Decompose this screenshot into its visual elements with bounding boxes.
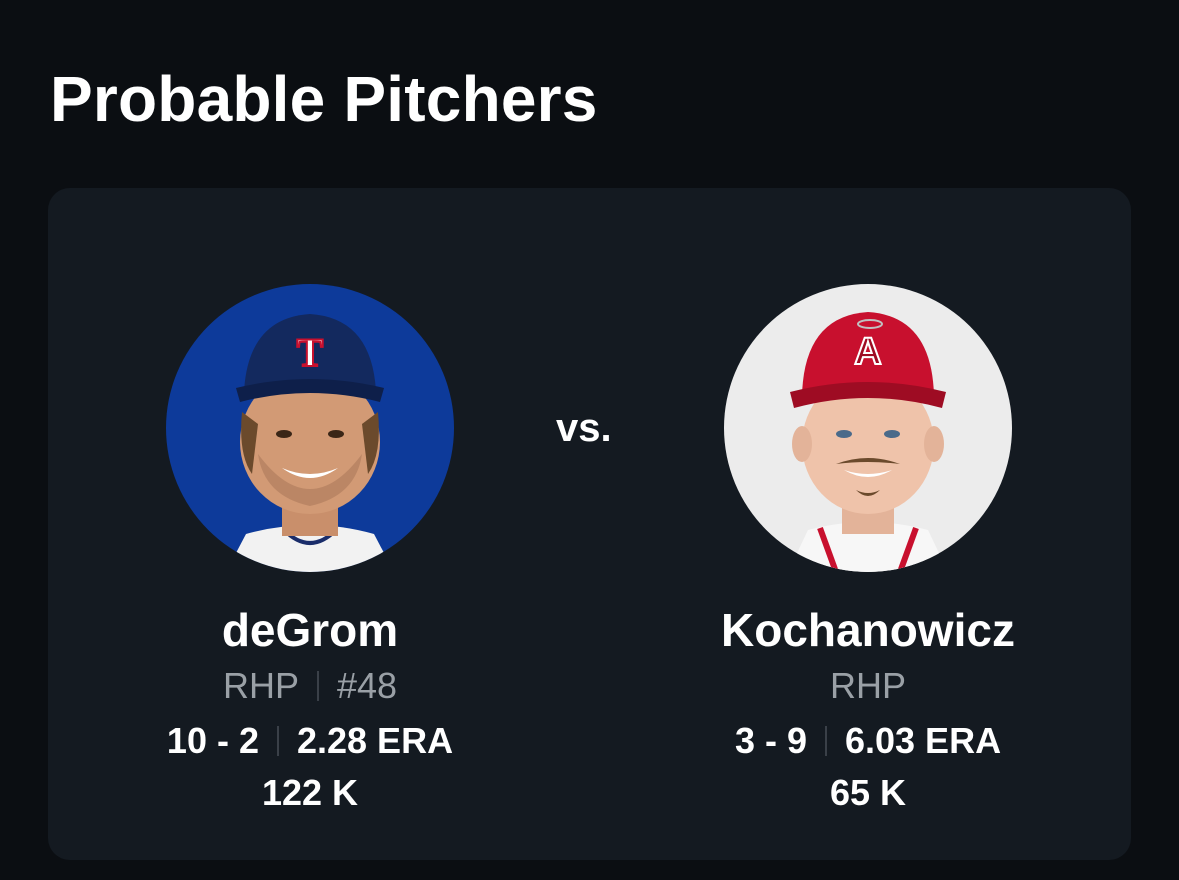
pitcher-away-name[interactable]: deGrom xyxy=(222,602,398,658)
pitcher-home-stats: 3 - 9 6.03 ERA xyxy=(735,716,1001,766)
pitcher-away[interactable]: T deGrom RHP #48 10 - 2 2.28 ERA 122 K xyxy=(110,284,510,818)
vs-label: vs. xyxy=(556,406,612,450)
pitcher-away-era: 2.28 ERA xyxy=(296,720,454,761)
svg-text:T: T xyxy=(297,330,324,375)
page-title: Probable Pitchers xyxy=(50,63,598,135)
pitcher-home-avatar[interactable]: A xyxy=(724,284,1012,572)
svg-text:A: A xyxy=(854,331,881,373)
probable-pitchers-card[interactable]: T deGrom RHP #48 10 - 2 2.28 ERA 122 K v… xyxy=(48,188,1131,860)
pitcher-home-photo: A xyxy=(724,284,1012,572)
pitcher-home-position: RHP xyxy=(829,665,906,706)
stats-divider xyxy=(824,726,827,756)
pitcher-away-record: 10 - 2 xyxy=(166,720,259,761)
stats-divider xyxy=(276,726,279,756)
pitcher-away-avatar[interactable]: T xyxy=(166,284,454,572)
pitcher-away-meta: RHP #48 xyxy=(223,662,397,710)
pitcher-away-number: #48 xyxy=(336,665,398,706)
pitcher-home-strikeouts: 65 K xyxy=(829,772,907,813)
pitcher-home-name[interactable]: Kochanowicz xyxy=(721,602,1015,658)
pitcher-home-record: 3 - 9 xyxy=(734,720,807,761)
pitcher-home[interactable]: A Kochanowicz RHP 3 - 9 6.03 ERA 65 K xyxy=(668,284,1068,818)
pitcher-home-meta: RHP xyxy=(830,662,906,710)
pitcher-home-era: 6.03 ERA xyxy=(844,720,1002,761)
pitcher-away-stats: 10 - 2 2.28 ERA xyxy=(167,716,453,766)
pitcher-away-strikeouts: 122 K xyxy=(261,772,359,813)
pitcher-away-photo: T xyxy=(166,284,454,572)
pitcher-away-position: RHP xyxy=(222,665,299,706)
meta-divider xyxy=(316,671,319,701)
